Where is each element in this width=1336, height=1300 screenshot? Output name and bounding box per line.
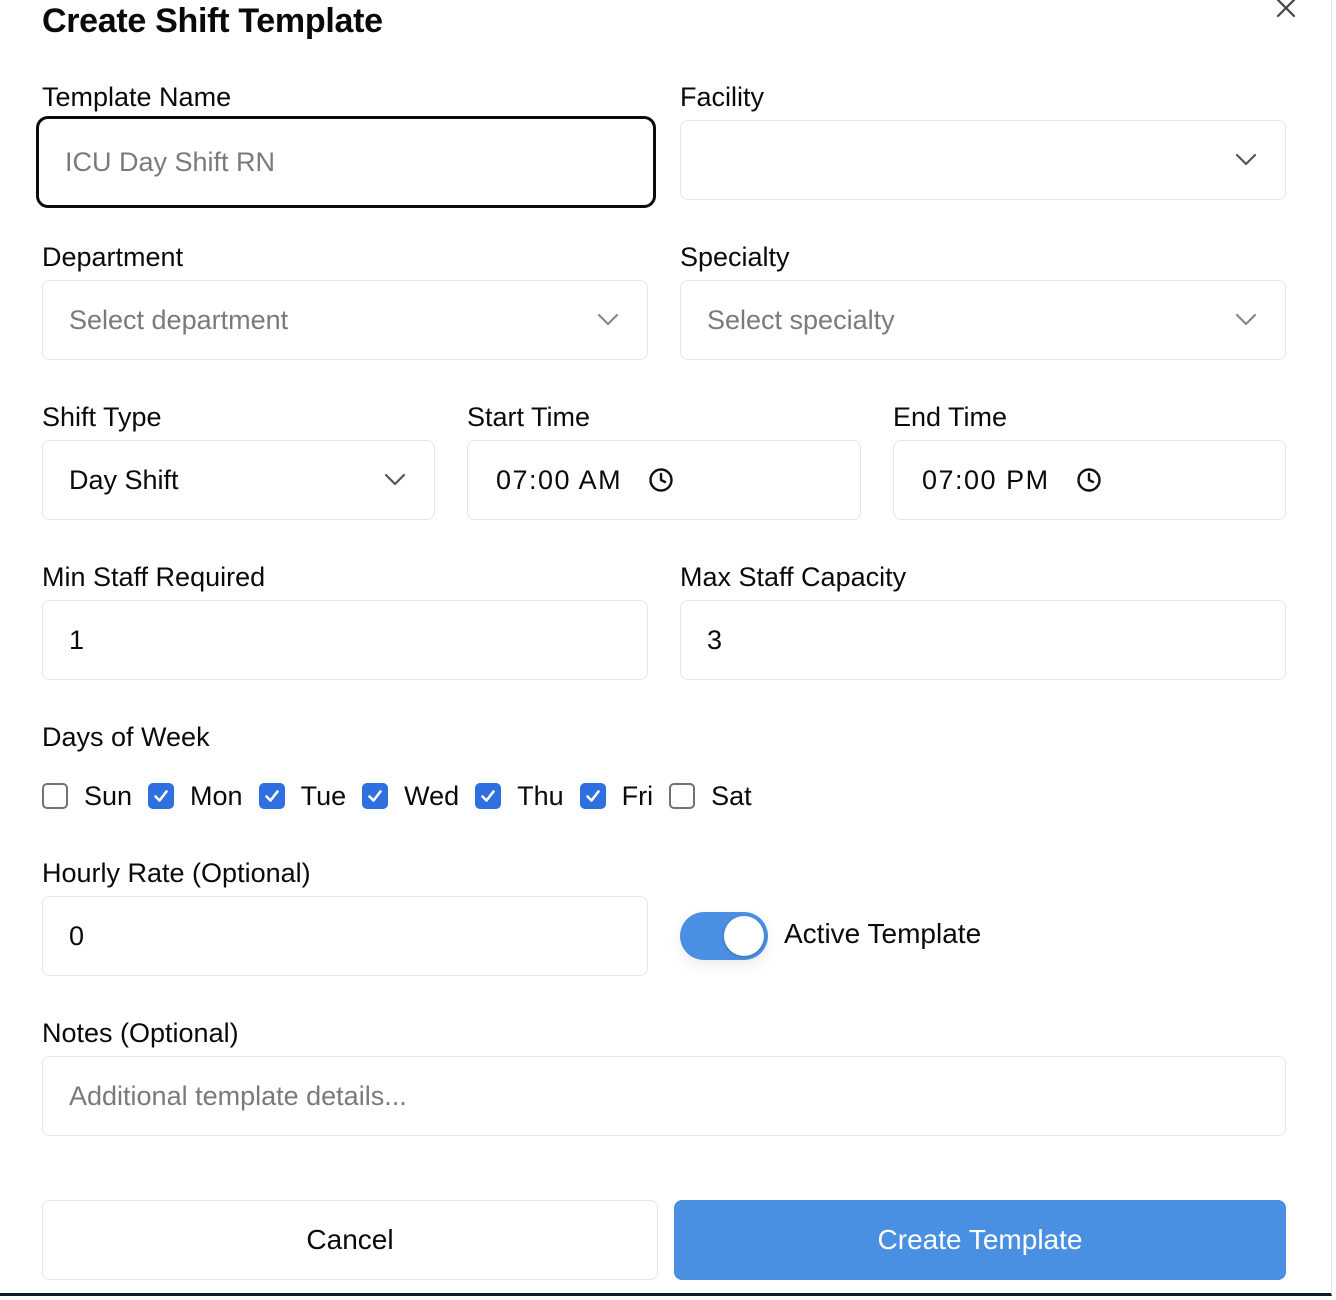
create-template-button[interactable]: Create Template bbox=[674, 1200, 1286, 1280]
end-time-value: 07:00 PM bbox=[922, 464, 1050, 495]
dialog-title: Create Shift Template bbox=[42, 2, 383, 40]
check-icon bbox=[585, 790, 600, 802]
days-of-week-label: Days of Week bbox=[42, 722, 210, 752]
day-tue[interactable]: Tue bbox=[258, 780, 347, 812]
specialty-placeholder: Select specialty bbox=[707, 304, 895, 335]
min-staff-label: Min Staff Required bbox=[42, 562, 266, 592]
department-placeholder: Select department bbox=[69, 304, 289, 335]
cancel-button[interactable]: Cancel bbox=[42, 1200, 658, 1280]
check-icon bbox=[481, 790, 495, 802]
end-time-input[interactable]: 07:00 PM bbox=[893, 440, 1286, 520]
hourly-rate-label: Hourly Rate (Optional) bbox=[42, 858, 311, 888]
min-staff-input[interactable]: 1 bbox=[42, 600, 648, 680]
day-checkbox[interactable] bbox=[362, 783, 389, 809]
day-sat[interactable]: Sat bbox=[669, 781, 752, 812]
chevron-down-icon bbox=[1235, 153, 1257, 167]
specialty-label: Specialty bbox=[680, 242, 790, 272]
day-label: Sun bbox=[84, 780, 133, 811]
shift-type-value: Day Shift bbox=[69, 464, 179, 495]
create-shift-template-dialog: Create Shift Template Template Name ICU … bbox=[0, 0, 1332, 1296]
clock-icon[interactable] bbox=[1076, 467, 1102, 493]
notes-placeholder: Additional template details... bbox=[69, 1080, 407, 1111]
chevron-down-icon bbox=[597, 313, 619, 327]
day-label: Wed bbox=[404, 780, 460, 811]
day-fri[interactable]: Fri bbox=[579, 780, 654, 812]
day-label: Sat bbox=[711, 780, 752, 811]
start-time-label: Start Time bbox=[467, 402, 591, 432]
facility-label: Facility bbox=[680, 82, 765, 112]
start-time-value: 07:00 AM bbox=[496, 464, 623, 495]
close-icon bbox=[1276, 0, 1296, 18]
day-mon[interactable]: Mon bbox=[148, 781, 243, 812]
day-label: Tue bbox=[300, 780, 347, 811]
chevron-down-icon bbox=[1235, 313, 1257, 327]
hourly-rate-input[interactable]: 0 bbox=[42, 896, 648, 976]
active-template-label: Active Template bbox=[784, 918, 982, 949]
chevron-down-icon bbox=[384, 473, 406, 487]
day-label: Thu bbox=[517, 780, 564, 811]
template-name-input[interactable]: ICU Day Shift RN bbox=[36, 116, 656, 208]
specialty-select[interactable]: Select specialty bbox=[680, 280, 1286, 360]
check-icon bbox=[154, 790, 168, 802]
max-staff-value: 3 bbox=[707, 624, 723, 655]
active-template-toggle[interactable] bbox=[680, 912, 768, 960]
day-checkbox[interactable] bbox=[669, 783, 696, 809]
end-time-label: End Time bbox=[893, 402, 1008, 432]
day-checkbox[interactable] bbox=[579, 783, 606, 809]
template-name-placeholder: ICU Day Shift RN bbox=[65, 146, 276, 177]
notes-label: Notes (Optional) bbox=[42, 1018, 239, 1048]
close-button[interactable] bbox=[1270, 0, 1302, 24]
days-of-week-group: Sun Mon Tue Wed Thu Fri Sat bbox=[42, 778, 768, 814]
start-time-input[interactable]: 07:00 AM bbox=[467, 440, 861, 520]
day-label: Mon bbox=[190, 780, 243, 811]
day-checkbox[interactable] bbox=[148, 783, 175, 809]
check-icon bbox=[264, 790, 279, 802]
toggle-knob bbox=[724, 916, 764, 956]
notes-input[interactable]: Additional template details... bbox=[42, 1056, 1286, 1136]
department-label: Department bbox=[42, 242, 184, 272]
day-wed[interactable]: Wed bbox=[362, 781, 459, 812]
facility-select[interactable] bbox=[680, 120, 1286, 200]
day-label: Fri bbox=[621, 780, 654, 811]
shift-type-select[interactable]: Day Shift bbox=[42, 440, 435, 520]
clock-icon[interactable] bbox=[648, 467, 674, 493]
day-checkbox[interactable] bbox=[258, 783, 285, 809]
day-checkbox[interactable] bbox=[42, 783, 68, 809]
min-staff-value: 1 bbox=[69, 624, 85, 655]
department-select[interactable]: Select department bbox=[42, 280, 648, 360]
check-icon bbox=[368, 790, 382, 802]
max-staff-label: Max Staff Capacity bbox=[680, 562, 907, 592]
day-checkbox[interactable] bbox=[475, 783, 502, 809]
day-sun[interactable]: Sun bbox=[42, 781, 132, 812]
day-thu[interactable]: Thu bbox=[475, 781, 564, 812]
shift-type-label: Shift Type bbox=[42, 402, 162, 432]
template-name-label: Template Name bbox=[42, 82, 232, 112]
max-staff-input[interactable]: 3 bbox=[680, 600, 1286, 680]
hourly-rate-value: 0 bbox=[69, 920, 85, 951]
